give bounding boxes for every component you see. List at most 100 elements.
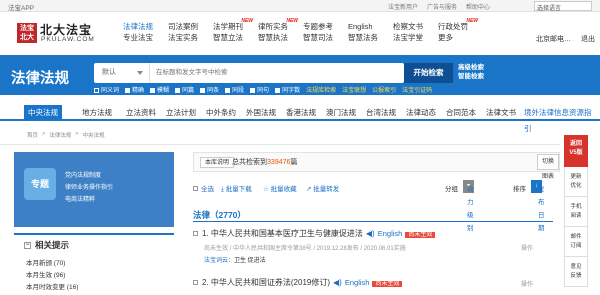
search-option[interactable]: 同段 — [225, 85, 244, 94]
nav-item-bottom[interactable]: 法宝学堂 — [393, 33, 423, 42]
nav-item-top[interactable]: 专题参考 — [303, 21, 333, 32]
related-row[interactable]: 本月时效变更 (16) — [14, 279, 174, 291]
search-extra-link[interactable]: 法宝联想 — [342, 85, 366, 94]
tab-item[interactable]: 地方法规 — [78, 105, 116, 121]
collapse-icon[interactable]: − — [24, 241, 31, 249]
search-extra-link[interactable]: 法宝引证码 — [402, 85, 432, 94]
nav-item[interactable]: English 智慧法务 — [348, 21, 378, 43]
search-input[interactable] — [156, 63, 398, 83]
batch-download[interactable]: ⤓ 批量下载 — [221, 183, 252, 194]
update-button[interactable]: 更新 优化 — [564, 167, 588, 197]
checkbox[interactable] — [193, 231, 198, 237]
crumb-home[interactable]: 首页 — [27, 131, 38, 139]
batch-export[interactable]: ↗ 批量转发 — [306, 183, 339, 193]
topic-banner[interactable]: 专题 党内法规制度 律师业务操作指引 电商法精粹 — [14, 152, 174, 227]
nav-item-top[interactable]: 司法案例 — [168, 21, 198, 32]
logout-link[interactable]: 退出 — [581, 34, 595, 44]
checkbox[interactable] — [275, 87, 281, 93]
search-option[interactable]: 同条 — [200, 85, 219, 94]
tab-item[interactable]: 境外法律信息资源指引 — [520, 105, 600, 133]
search-option[interactable]: 同义词 — [94, 85, 119, 94]
nav-item[interactable]: 律所实务 智慧执法 NEW — [258, 18, 298, 43]
nav-item[interactable]: 法学期刊 智慧立法 NEW — [213, 18, 253, 43]
nav-item[interactable]: 专题参考 智慧司法 — [303, 21, 333, 43]
speaker-icon[interactable]: ◀) — [366, 229, 375, 238]
nav-item-top[interactable]: 检察文书 — [393, 21, 423, 32]
tab-item[interactable]: 中外条约 — [202, 105, 240, 121]
checkbox[interactable] — [250, 87, 256, 93]
nav-item[interactable]: 法律法规 专业法宝 — [123, 21, 153, 43]
advanced-search-link[interactable]: 高级检索 — [458, 63, 484, 72]
search-type-select[interactable]: 默认 — [94, 63, 150, 83]
tab-item[interactable]: 中央法规 — [24, 105, 62, 121]
tab-item[interactable]: 法律动态 — [402, 105, 440, 121]
email-subscribe-button[interactable]: 邮件 订阅 — [564, 227, 588, 257]
tab-item[interactable]: 法律文书 — [482, 105, 520, 121]
nav-item-bottom[interactable]: 法宝实务 — [168, 33, 198, 42]
nav-item-bottom[interactable]: 智慧执法 — [258, 33, 288, 42]
nav-item-bottom[interactable]: 智慧法务 — [348, 33, 378, 42]
related-row[interactable]: 本月生效 (96) — [14, 267, 174, 279]
nav-item-top[interactable]: 律所实务 — [258, 21, 288, 32]
top-link-new-user[interactable]: 法宝新用户 — [388, 2, 418, 11]
tab-item[interactable]: 立法资料 — [122, 105, 160, 121]
search-button[interactable]: 开始检索 — [404, 63, 453, 83]
checkbox[interactable] — [175, 87, 181, 93]
top-link-ads[interactable]: 广告与服务 — [427, 2, 457, 11]
batch-favorite[interactable]: ☆ 批量收藏 — [263, 183, 297, 193]
result-title[interactable]: 1. 中华人民共和国基本医疗卫生与健康促进法 — [202, 229, 363, 238]
checkbox[interactable] — [193, 280, 198, 286]
checkbox[interactable] — [94, 87, 99, 93]
app-link[interactable]: 法宝APP — [8, 2, 34, 12]
tab-item[interactable]: 合同范本 — [442, 105, 480, 121]
nav-item[interactable]: 行政处罚 更多 NEW — [438, 18, 478, 43]
nav-item-top[interactable]: 法学期刊 — [213, 21, 243, 32]
search-extra-link[interactable]: 公报索引 — [372, 85, 396, 94]
mobile-read-button[interactable]: 手机 阅读 — [564, 197, 588, 227]
english-link[interactable]: English — [378, 229, 403, 238]
nav-item[interactable]: 检察文书 法宝学堂 — [393, 21, 423, 43]
result-title[interactable]: 2. 中华人民共和国证券法(2019修订) — [202, 278, 330, 287]
db-explain-button[interactable]: 本库说明 — [200, 157, 235, 168]
select-all[interactable]: 全选 — [193, 183, 214, 193]
search-extra-link[interactable]: 法规库检索 — [306, 85, 336, 94]
english-link[interactable]: English — [345, 278, 370, 287]
language-select[interactable]: 选择语言 — [534, 1, 592, 12]
nav-item-top[interactable]: 行政处罚 — [438, 21, 468, 32]
nav-item[interactable]: 司法案例 法宝实务 — [168, 21, 198, 43]
tab-item[interactable]: 立法计划 — [162, 105, 200, 121]
group-select[interactable]: 效力级别 ▾ — [463, 180, 475, 232]
nav-item-bottom[interactable]: 智慧立法 — [213, 33, 243, 42]
search-option[interactable]: 同字数 — [275, 85, 300, 94]
crumb-laws[interactable]: 法律法规 — [49, 131, 71, 139]
tab-item[interactable]: 澳门法规 — [322, 105, 360, 121]
checkbox[interactable] — [150, 87, 156, 93]
result-operation[interactable]: 操作 — [521, 279, 533, 288]
search-option[interactable]: 模糊 — [150, 85, 169, 94]
top-link-help[interactable]: 帮助中心 — [466, 2, 490, 11]
feedback-button[interactable]: 意见 反馈 — [564, 257, 588, 287]
search-option[interactable]: 精确 — [125, 85, 144, 94]
nav-item-bottom[interactable]: 智慧司法 — [303, 33, 333, 42]
tab-item[interactable]: 台湾法规 — [362, 105, 400, 121]
tab-item[interactable]: 外国法规 — [242, 105, 280, 121]
related-row[interactable]: 本月新颁 (70) — [14, 255, 174, 267]
nav-item-top[interactable]: English — [348, 21, 378, 32]
checkbox[interactable] — [193, 186, 198, 191]
checkbox[interactable] — [225, 87, 231, 93]
nav-item-top[interactable]: 法律法规 — [123, 21, 153, 32]
nav-item-bottom[interactable]: 专业法宝 — [123, 33, 153, 42]
result-operation[interactable]: 操作 — [521, 243, 533, 252]
checkbox[interactable] — [200, 87, 206, 93]
search-option[interactable]: 同篇 — [175, 85, 194, 94]
back-v5-button[interactable]: 返回 V5版 — [564, 135, 588, 167]
sort-select[interactable]: ↓ 发布日期 — [531, 180, 545, 232]
tab-item[interactable]: 香港法规 — [282, 105, 320, 121]
search-option[interactable]: 同句 — [250, 85, 269, 94]
smart-search-link[interactable]: 智能检索 — [458, 72, 484, 81]
checkbox[interactable] — [125, 87, 131, 93]
site-logo[interactable]: 法宝 北大 北大法宝 PKULAW.COM — [17, 21, 122, 47]
nav-item-bottom[interactable]: 更多 — [438, 33, 453, 42]
speaker-icon[interactable]: ◀) — [333, 278, 342, 287]
switch-chart-button[interactable]: 切换图表 — [537, 154, 559, 180]
